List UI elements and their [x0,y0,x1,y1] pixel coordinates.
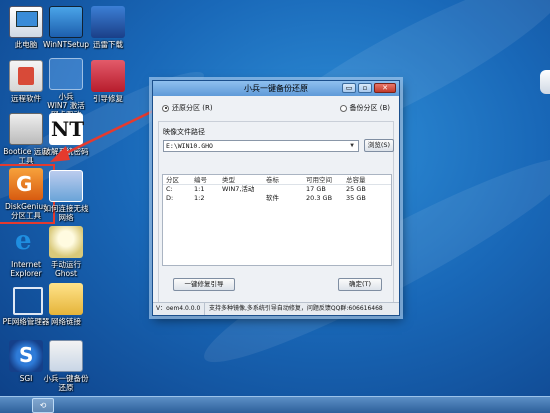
partition-table: 分区 编号 类型 卷标 可用空间 总容量 C: 1:1 WIN7,活动 17 G… [162,174,392,266]
side-widget[interactable] [540,70,550,94]
dialog-title: 小兵一键备份还原 [244,84,308,93]
desktop-icon-label: 手动运行 Ghost [51,260,81,278]
desktop-icon-label: 迅雷下载 [93,40,123,49]
table-row[interactable]: D: 1:2 软件 20.3 GB 35 GB [163,194,391,203]
ie-icon: e [15,226,32,256]
desktop-icon-network-link[interactable]: 网络链接 [41,283,91,326]
desktop-icon-label: 小兵一键备份 还原 [43,374,89,392]
desktop-icon-backup-restore[interactable]: 小兵一键备份 还原 [41,340,91,392]
browse-button[interactable]: 浏览(S) [364,139,394,152]
radio-backup-partition[interactable]: 备份分区 (B) [339,103,391,113]
desktop-icon-boot-repair[interactable]: 引导修复 [83,60,133,103]
chevron-down-icon[interactable]: ▼ [347,141,357,151]
nt-password-icon: NT [49,113,84,145]
desktop-icon-nt-password[interactable]: NT 破解系统密码 [41,113,91,156]
version-text: V：oem4.0.0.0 [153,303,205,315]
remote-software-icon [9,60,43,92]
column-header[interactable]: 编号 [191,175,219,184]
desktop-icon-wifi-guide[interactable]: 如何连接无线 网络 [41,170,91,222]
backup-restore-dialog: 小兵一键备份还原 ▭ ▫ ✕ 还原分区 (R) 备份分区 (B) 映像文件路径 … [152,80,400,316]
image-path-label: 映像文件路径 [163,128,205,136]
column-header[interactable]: 可用空间 [303,175,343,184]
image-path-value: E:\WIN10.GHO [166,141,213,150]
repair-boot-button[interactable]: 一键修复引导 [173,278,235,291]
dialog-titlebar[interactable]: 小兵一键备份还原 ▭ ▫ ✕ [153,81,399,96]
onekey-icon [49,58,83,90]
table-cell: 1:2 [194,194,205,202]
table-cell: 17 GB [306,185,326,193]
table-cell [263,185,303,194]
column-header[interactable]: 总容量 [343,175,387,184]
table-row[interactable]: C: 1:1 WIN7,活动 17 GB 25 GB [163,185,391,194]
minimize-button[interactable]: ▭ [342,83,356,93]
wifi-guide-icon [49,170,83,202]
table-cell: 35 GB [346,194,366,202]
bootice-icon [9,113,43,145]
desktop-icon-label: 引导修复 [93,94,123,103]
column-header[interactable]: 分区 [163,175,191,184]
table-cell: 软件 [266,194,279,202]
close-button[interactable]: ✕ [374,83,396,93]
table-cell: 20.3 GB [306,194,333,202]
image-path-select[interactable]: E:\WIN10.GHO ▼ [163,139,359,152]
status-text: 支持多种镜像,多系统引导自动修复，问题反馈QQ群:606616468 [209,305,383,312]
setup-icon [49,6,83,38]
ok-button[interactable]: 确定(T) [338,278,382,291]
table-header: 分区 编号 类型 卷标 可用空间 总容量 [163,175,391,185]
table-cell [219,194,263,203]
thunder-icon [91,6,125,38]
table-cell: D: [166,194,174,202]
radio-dot-icon [162,104,169,112]
sgi-icon: S [9,340,43,372]
diskgenius-icon: G [9,168,43,200]
taskbar-app-backup-icon[interactable]: ⟲ [32,398,54,413]
network-manager-icon [9,283,43,315]
radio-restore-partition[interactable]: 还原分区 (R) [162,103,213,113]
computer-icon [9,6,43,38]
desktop-icon-label: 破解系统密码 [43,147,89,156]
maximize-button[interactable]: ▫ [358,83,372,93]
column-header[interactable]: 类型 [219,175,263,184]
table-cell: C: [166,185,173,193]
boot-repair-icon [91,60,125,92]
status-bar: V：oem4.0.0.0 支持多种镜像,多系统引导自动修复，问题反馈QQ群:60… [153,302,399,315]
backup-restore-icon [49,340,83,372]
column-header[interactable]: 卷标 [263,175,303,184]
desktop-icon-ghost[interactable]: 手动运行 Ghost [41,226,91,278]
taskbar: ⟲ [0,396,550,413]
table-cell: 1:1 [194,185,205,193]
radio-restore-label: 还原分区 (R) [172,104,213,112]
ghost-icon [49,226,83,258]
table-cell: WIN7,活动 [222,185,255,193]
radio-dot-icon [339,104,347,112]
table-cell: 25 GB [346,185,366,193]
desktop-icon-label: 网络链接 [51,317,81,326]
desktop-icon-label: 如何连接无线 网络 [43,204,89,222]
network-link-icon [49,283,83,315]
desktop-icon-thunder[interactable]: 迅雷下载 [83,6,133,49]
radio-backup-label: 备份分区 (B) [349,104,391,112]
